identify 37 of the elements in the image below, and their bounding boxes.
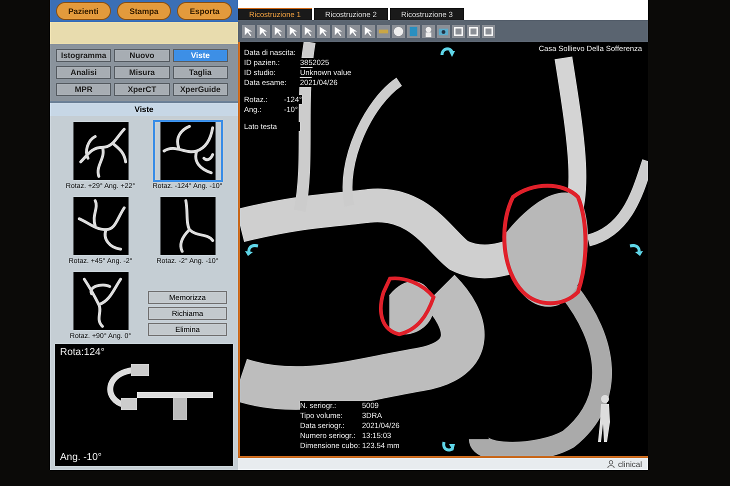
window-icon[interactable]: [452, 24, 465, 38]
menu-tab[interactable]: Stampa: [116, 2, 172, 20]
rotate-arrow-icon[interactable]: [628, 242, 644, 256]
person-icon[interactable]: [422, 24, 435, 38]
ruler-icon[interactable]: [377, 24, 390, 38]
function-button[interactable]: Misura: [114, 66, 170, 79]
angiogram-thumbnail[interactable]: [152, 120, 222, 182]
pointer-icon[interactable]: [317, 24, 330, 38]
function-button[interactable]: Istogramma: [56, 49, 112, 62]
user-icon: [606, 460, 615, 468]
pointer-icon[interactable]: [257, 24, 270, 38]
menu-tab[interactable]: Pazienti: [56, 2, 111, 20]
menu-tab[interactable]: Esporta: [177, 2, 232, 20]
pointer-icon[interactable]: [302, 24, 315, 38]
function-button[interactable]: XperCT: [114, 83, 170, 96]
function-button[interactable]: Taglia: [172, 66, 228, 79]
pointer-icon[interactable]: [272, 24, 285, 38]
function-button[interactable]: XperGuide: [172, 83, 228, 96]
pointer-icon[interactable]: [287, 24, 300, 38]
pointer-icon[interactable]: [332, 24, 345, 38]
rotation-label: Rota:124°: [60, 347, 106, 358]
rotate-arrow-icon[interactable]: [440, 45, 456, 59]
window-icon[interactable]: [482, 24, 495, 38]
panel-title: Viste: [50, 101, 238, 116]
pointer-icon[interactable]: [242, 24, 255, 38]
user-name: clinical: [618, 460, 642, 468]
pointer-icon[interactable]: [347, 24, 360, 38]
function-button[interactable]: Analisi: [56, 66, 112, 79]
rotate-arrow-icon[interactable]: [440, 440, 456, 454]
window-icon[interactable]: [467, 24, 480, 38]
function-button[interactable]: Nuovo: [114, 49, 170, 62]
function-button[interactable]: MPR: [56, 83, 112, 96]
sphere-icon[interactable]: [392, 24, 405, 38]
rotate-arrow-icon[interactable]: [244, 242, 260, 256]
pointer-icon[interactable]: [362, 24, 375, 38]
angulation-label: Ang. -10°: [60, 452, 103, 463]
camera-icon[interactable]: [437, 24, 450, 38]
